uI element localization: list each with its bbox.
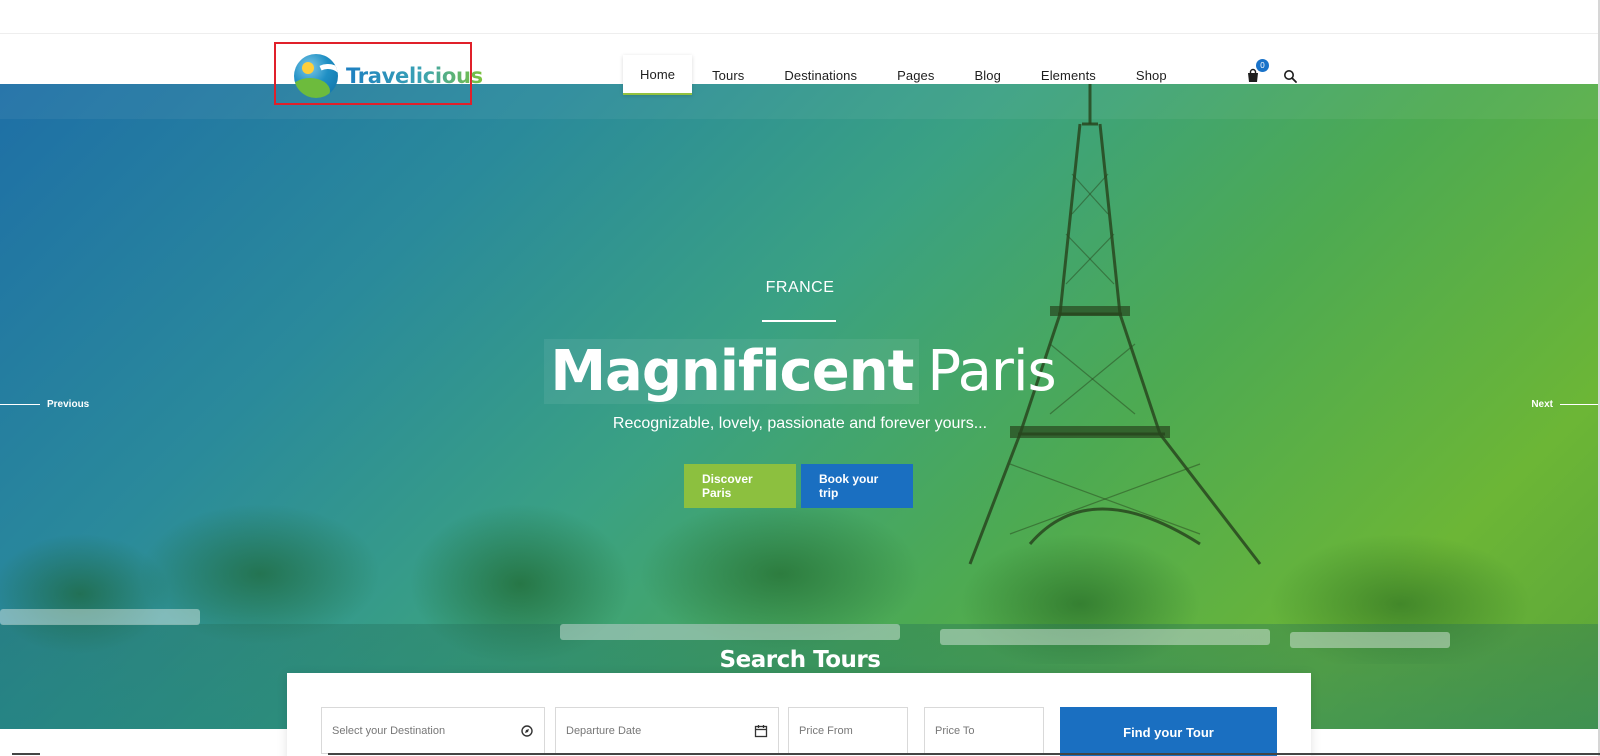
price-to-field[interactable]: Price To bbox=[924, 707, 1044, 754]
logo-text: Travelicious bbox=[346, 64, 483, 88]
cart-count-badge: 0 bbox=[1256, 59, 1269, 72]
hero-title-bold: Magnificent bbox=[544, 339, 920, 404]
discover-paris-button[interactable]: Discover Paris bbox=[684, 464, 796, 508]
price-from-field[interactable]: Price From bbox=[788, 707, 908, 754]
hero-subtitle: Recognizable, lovely, passionate and for… bbox=[612, 415, 988, 432]
top-strip bbox=[0, 0, 1600, 34]
nav-item-shop[interactable]: Shop bbox=[1116, 55, 1187, 95]
hero-buttons: Discover Paris Book your trip bbox=[684, 464, 913, 508]
search-tours-panel: Select your Destination Departure Date P… bbox=[287, 673, 1311, 756]
book-trip-button[interactable]: Book your trip bbox=[801, 464, 913, 508]
nav-item-destinations[interactable]: Destinations bbox=[764, 55, 877, 95]
bottom-scroll-track bbox=[0, 752, 1600, 756]
nav-item-blog[interactable]: Blog bbox=[955, 55, 1021, 95]
main-nav: Home Tours Destinations Pages Blog Eleme… bbox=[623, 55, 1187, 95]
nav-item-tours[interactable]: Tours bbox=[692, 55, 764, 95]
find-tour-button[interactable]: Find your Tour bbox=[1060, 707, 1277, 756]
departure-date-field[interactable]: Departure Date bbox=[555, 707, 779, 754]
search-tours-title: Search Tours bbox=[719, 647, 881, 673]
nav-item-pages[interactable]: Pages bbox=[877, 55, 954, 95]
logo-icon bbox=[294, 54, 338, 98]
compass-icon bbox=[521, 724, 533, 737]
calendar-icon bbox=[754, 724, 768, 737]
boat-decoration bbox=[0, 609, 200, 625]
hero-country: FRANCE bbox=[765, 279, 835, 296]
boat-decoration bbox=[560, 624, 900, 640]
page: Travelicious Home Tours Destinations Pag… bbox=[0, 0, 1600, 756]
search-icon[interactable] bbox=[1283, 69, 1297, 83]
site-logo[interactable]: Travelicious bbox=[294, 54, 483, 98]
nav-item-elements[interactable]: Elements bbox=[1021, 55, 1116, 95]
hero-title-light: Paris bbox=[927, 339, 1056, 404]
hero-title: Magnificent Paris bbox=[0, 336, 1600, 408]
hero-divider bbox=[762, 320, 836, 322]
destination-select[interactable]: Select your Destination bbox=[321, 707, 545, 754]
nav-item-home[interactable]: Home bbox=[623, 55, 693, 95]
